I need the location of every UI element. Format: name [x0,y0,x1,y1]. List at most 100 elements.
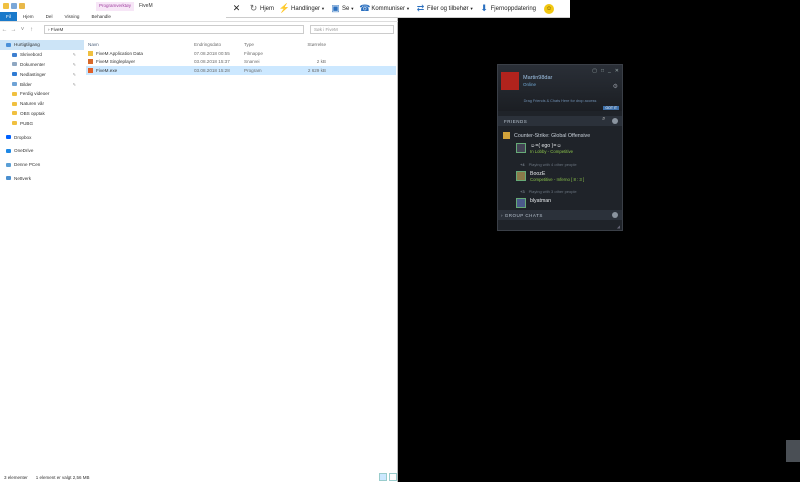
column-date[interactable]: Endringsdato [194,42,244,47]
friend-avatar [516,143,526,153]
tab-share[interactable]: Del [40,12,59,21]
friend-item[interactable]: ☺=( ego )=☺ In Lobby - Competitive [516,143,573,154]
column-type[interactable]: Type [244,42,286,47]
column-size[interactable]: Størrelse [286,42,326,47]
steam-header: Martin98dar Online ▢ □ _ ✕ ⚙ Drag Friend… [498,65,622,111]
address-row: ← → ˅ ↑ › FiveM Søk i FiveM [0,24,398,36]
minimize-icon[interactable]: _ [608,68,611,74]
party-info: +4 Playing with 4 other people [520,162,577,167]
chat-icon: ☎ [359,3,371,13]
nav-this-pc[interactable]: Denne PCen [0,160,84,170]
forward-arrow-icon[interactable]: → [9,27,18,33]
nav-folder-3[interactable]: OBS opptak [0,109,84,119]
download-icon: ⬇ [480,3,488,13]
nav-network[interactable]: Nettverk [0,174,84,184]
nav-pictures[interactable]: Bilder ✎ [0,79,84,89]
pin-icon: ✎ [72,52,76,58]
file-row[interactable]: FiveM Singleplayer 03.08.2018 15:37 Snar… [86,58,396,67]
add-group-icon[interactable] [612,212,618,218]
friend-item[interactable]: blyatman [516,198,551,208]
home-button[interactable]: ↻ Hjem [249,3,274,13]
properties-icon[interactable] [11,3,17,9]
large-icons-view-icon[interactable] [389,473,397,481]
steam-status[interactable]: Online [523,82,536,87]
shortcut-icon [88,59,93,65]
nav-folder-4[interactable]: PUBG [0,118,84,128]
avatar[interactable] [501,72,519,90]
recent-dropdown-icon[interactable]: ˅ [18,27,27,33]
search-input[interactable]: Søk i FiveM [310,25,394,34]
restore-icon[interactable]: ▢ [592,68,597,74]
close-icon[interactable]: ✕ [615,68,619,74]
files-menu[interactable]: ⇄ Filer og tilbehør ▼ [416,3,474,13]
screen: Programverktøy FiveM Fil Hjem Del Visnin… [0,0,800,482]
column-headers: Navn Endringsdato Type Størrelse [86,40,396,49]
pin-icon: ✎ [72,61,76,67]
folder-icon [12,111,17,116]
file-transfer-icon: ⇄ [416,3,425,13]
communicate-menu[interactable]: ☎ Kommuniser ▼ [359,3,410,13]
tab-home[interactable]: Hjem [17,12,40,21]
documents-icon [12,62,17,67]
nav-downloads[interactable]: Nedlastinger ✎ [0,69,84,79]
gear-icon[interactable]: ⚙ [613,83,618,90]
friend-item[interactable]: BoozE Competitive - Inferno [ 8 : 3 ] [516,171,584,182]
pictures-icon [12,82,17,87]
file-row-selected[interactable]: FiveM.exe 03.08.2018 15:28 Program 2 629… [86,66,396,75]
file-row[interactable]: FiveM Application Data 07.08.2018 00:55 … [86,49,396,58]
address-bar[interactable]: › FiveM [44,25,304,34]
lightning-icon: ⚡ [278,3,291,13]
view-menu[interactable]: ▣ Se ▼ [331,3,354,13]
tab-file[interactable]: Fil [0,12,17,21]
nav-onedrive[interactable]: OneDrive [0,146,84,156]
party-info: +3 Playing with 3 other people [520,189,577,194]
tab-manage[interactable]: Behandle [85,12,116,21]
friend-avatar [516,171,526,181]
desktop-icon [12,52,17,57]
game-group[interactable]: Counter-Strike: Global Offensive [503,132,590,139]
maximize-icon[interactable]: □ [601,68,604,74]
close-button[interactable]: ✕ [232,3,243,13]
friend-avatar [516,198,526,208]
back-arrow-icon[interactable]: ← [0,27,9,33]
side-panel-handle[interactable] [786,440,800,462]
window-controls: ▢ □ _ ✕ [592,68,619,74]
nav-folder-2[interactable]: Naturen vår [0,99,84,109]
up-arrow-icon[interactable]: ↑ [27,27,36,33]
new-folder-icon[interactable] [19,3,25,9]
folder-icon [3,3,9,9]
nav-desktop[interactable]: Skrivebord ✎ [0,50,84,60]
game-icon [503,132,510,139]
pin-icon: ✎ [72,71,76,77]
context-tab-label[interactable]: Programverktøy [96,2,135,11]
close-icon: ✕ [232,3,241,13]
remote-update-button[interactable]: ⬇ Fjernoppdatering [480,3,536,13]
resize-handle-icon[interactable]: ◢ [617,224,620,229]
add-friend-icon[interactable] [612,118,618,124]
nav-dropbox[interactable]: Dropbox [0,132,84,142]
steam-username[interactable]: Martin98dar [523,75,552,81]
got-it-button[interactable]: GOT IT [603,106,619,110]
nav-quick-access[interactable]: Hurtigtilgang [0,40,84,50]
actions-menu[interactable]: ⚡ Handlinger ▼ [278,3,325,13]
tab-view[interactable]: Visning [59,12,86,21]
search-icon[interactable]: ⌕ [602,116,606,123]
computer-icon [6,162,11,167]
item-count: 3 elementer [4,474,28,480]
details-view-icon[interactable] [379,473,387,481]
folder-icon [12,121,17,126]
monitor-icon: ▣ [331,3,340,13]
nav-documents[interactable]: Dokumenter ✎ [0,60,84,70]
column-name[interactable]: Navn [86,42,194,47]
refresh-icon: ↻ [249,3,258,13]
steam-friends-window: Martin98dar Online ▢ □ _ ✕ ⚙ Drag Friend… [497,64,623,231]
network-icon [6,176,11,181]
exe-icon [88,67,93,73]
nav-folder-1[interactable]: Ferdig videoer [0,89,84,99]
file-explorer-window: Programverktøy FiveM Fil Hjem Del Visnin… [0,0,398,482]
star-icon [6,42,11,47]
folder-icon [88,50,93,56]
feedback-smiley-icon[interactable]: ☺ [544,3,555,14]
group-chats-header[interactable]: › GROUP CHATS [498,210,622,220]
window-title: FiveM [139,3,153,9]
